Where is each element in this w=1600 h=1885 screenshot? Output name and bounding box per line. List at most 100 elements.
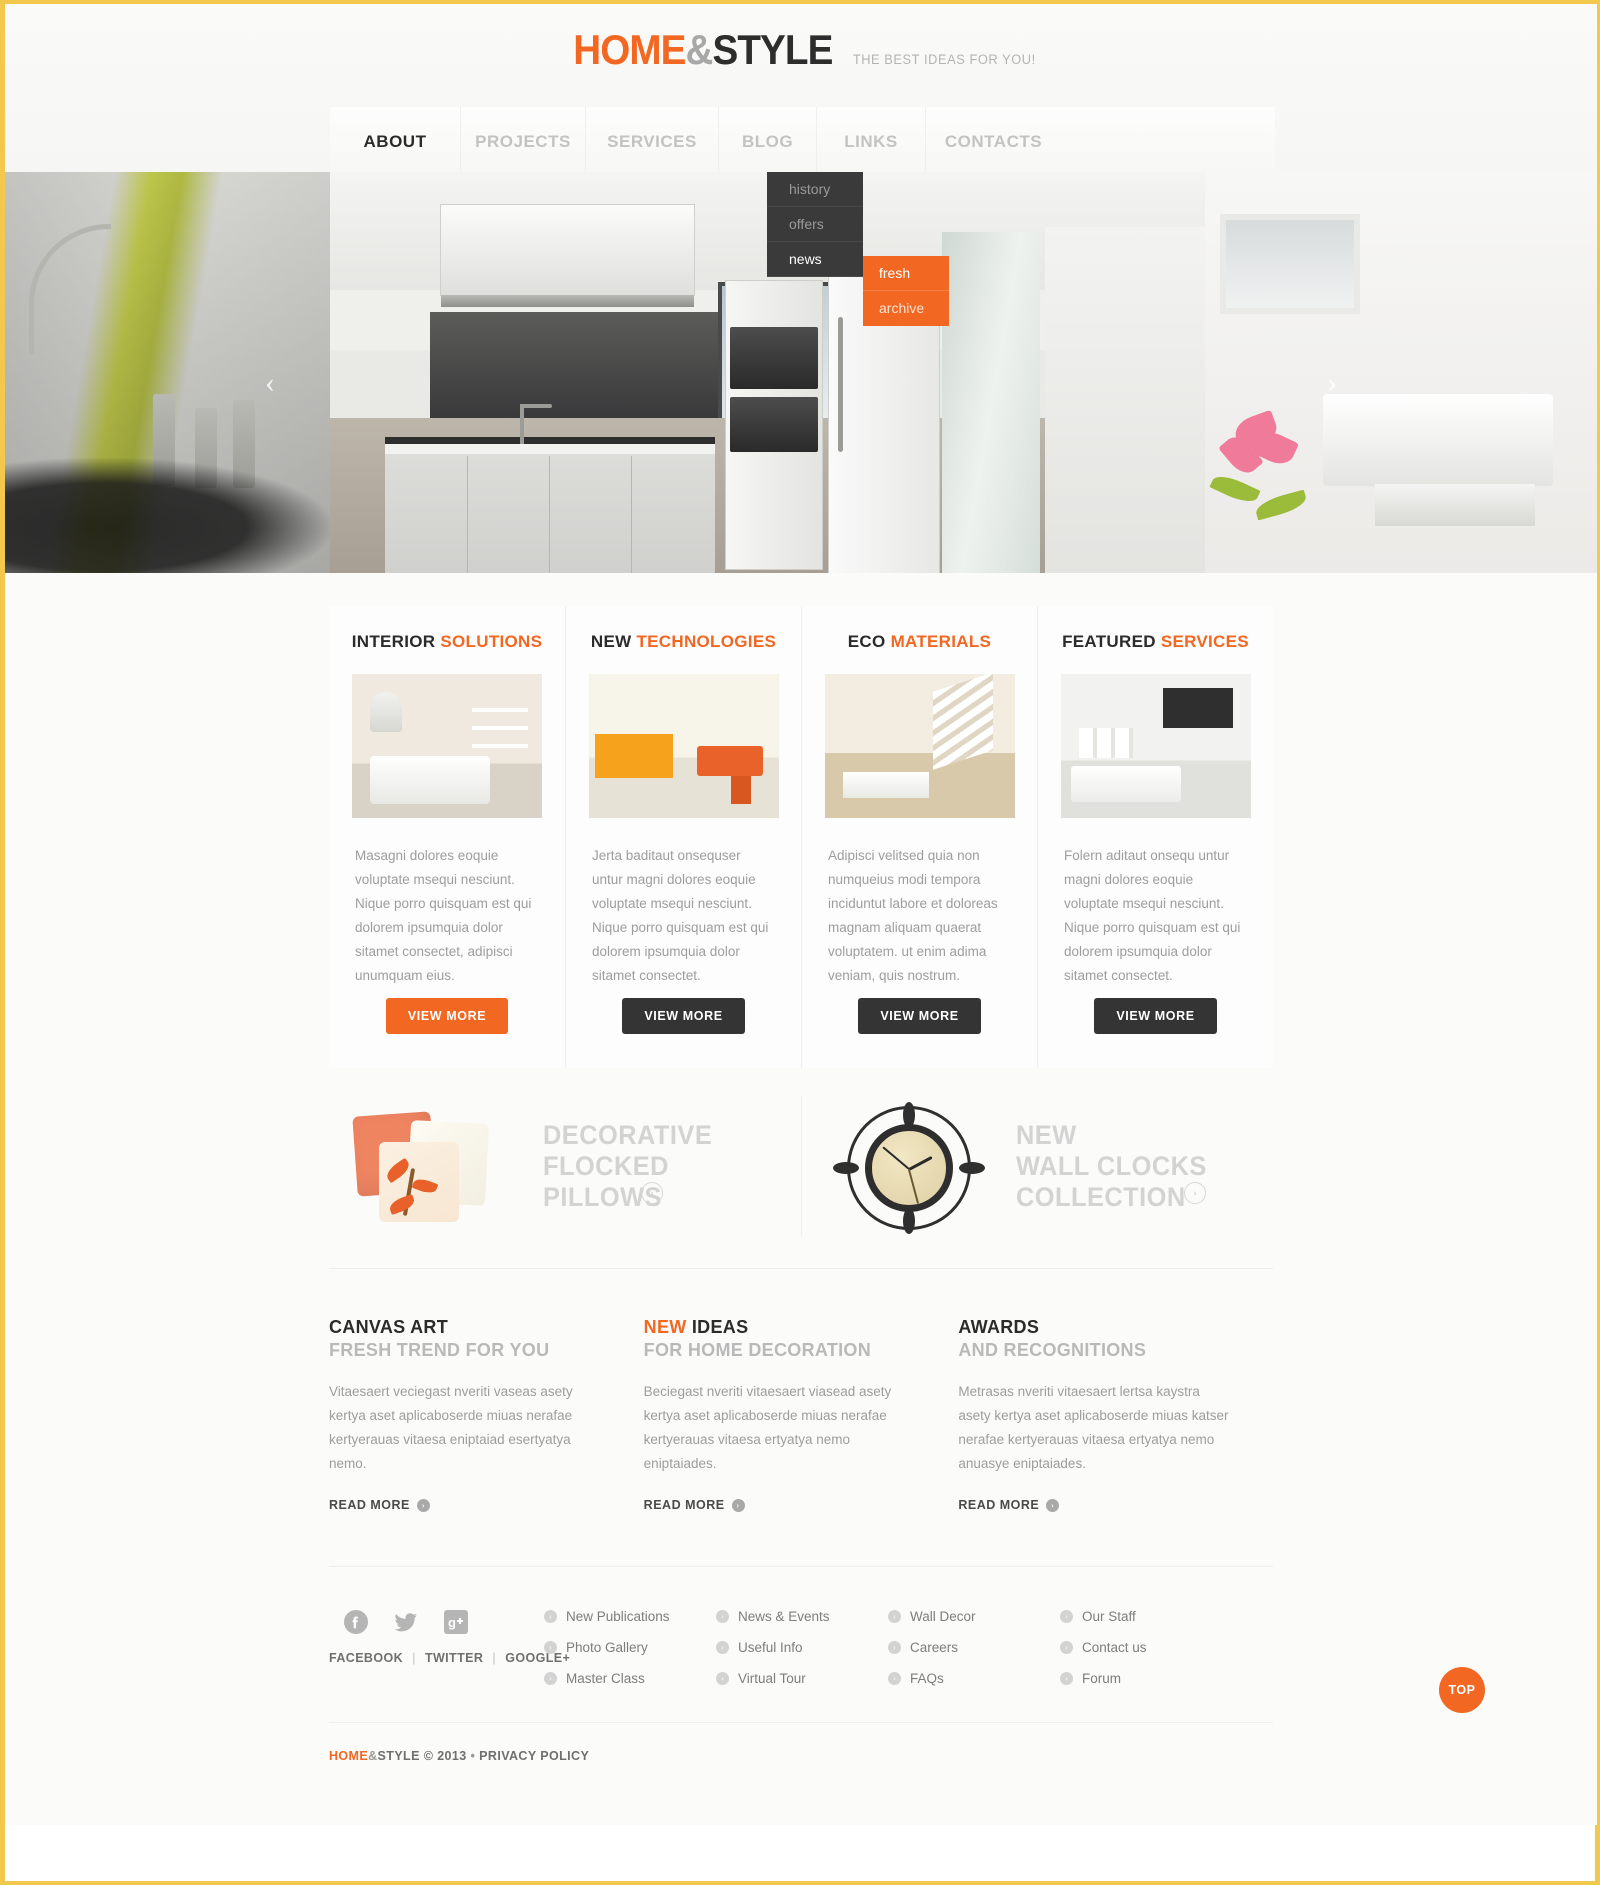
- nav-item-blog[interactable]: BLOG: [718, 107, 816, 172]
- footer-link[interactable]: › Careers: [888, 1640, 1060, 1655]
- arrow-right-icon: ›: [416, 1498, 430, 1512]
- site-header: HOME&STYLE THE BEST IDEAS FOR YOU! ABOUT…: [5, 4, 1597, 172]
- feature-card-interior-solutions: INTERIOR SOLUTIONS Masagni dolores eoqui…: [329, 606, 565, 1068]
- banner-wall-clocks[interactable]: NEW WALL CLOCKS COLLECTION ›: [801, 1096, 1273, 1236]
- footer-link-label: Wall Decor: [910, 1609, 976, 1624]
- banner-arrow-icon[interactable]: ›: [641, 1182, 663, 1204]
- promo-banners: DECORATIVE FLOCKED PILLOWS › NEW WALL CL…: [329, 1096, 1273, 1236]
- door-shape: [1045, 227, 1205, 573]
- footer-link-label: Master Class: [566, 1671, 645, 1686]
- footer-link[interactable]: › Contact us: [1060, 1640, 1232, 1655]
- info-title-dark: AWARDS: [958, 1317, 1040, 1337]
- banner-decorative-pillows[interactable]: DECORATIVE FLOCKED PILLOWS ›: [329, 1096, 801, 1236]
- feature-button-row: VIEW MORE: [802, 998, 1037, 1034]
- nav-item-links[interactable]: LINKS: [816, 107, 925, 172]
- view-more-button[interactable]: VIEW MORE: [622, 998, 745, 1034]
- footer-link-label: Careers: [910, 1640, 959, 1655]
- pillows-image: [351, 1106, 521, 1226]
- logo[interactable]: HOME&STYLE THE BEST IDEAS FOR YOU!: [5, 4, 1597, 74]
- clock-ornament-left: [833, 1162, 859, 1174]
- read-more-label: READ MORE: [329, 1498, 410, 1512]
- info-subtitle: FOR HOME DECORATION: [643, 1340, 872, 1360]
- footer-link-column-1: › New Publications › Photo Gallery › Master…: [544, 1609, 716, 1702]
- info-title: CANVAS ART: [329, 1317, 604, 1338]
- nav-item-services[interactable]: SERVICES: [585, 107, 718, 172]
- footer-link[interactable]: › Virtual Tour: [716, 1671, 888, 1686]
- read-more-link[interactable]: READ MORE ›: [958, 1498, 1233, 1512]
- submenu-item-fresh[interactable]: fresh: [863, 256, 949, 291]
- dropdown-item-offers[interactable]: offers: [767, 207, 863, 242]
- bullet-arrow-icon: ›: [1060, 1641, 1073, 1654]
- arrow-right-icon: ›: [731, 1498, 745, 1512]
- view-more-button[interactable]: VIEW MORE: [385, 998, 509, 1034]
- bullet-arrow-icon: ›: [716, 1641, 729, 1654]
- interior-photo-right: [1205, 172, 1597, 573]
- footer-link-column-3: › Wall Decor › Careers › FAQs: [888, 1609, 1060, 1702]
- read-more-label: READ MORE: [643, 1498, 725, 1512]
- main-navigation: ABOUT PROJECTS SERVICES BLOG LINKS CONTA…: [330, 107, 1275, 172]
- info-subtitle: FRESH TREND FOR YOU: [329, 1340, 550, 1360]
- info-title-accent: NEW: [643, 1317, 687, 1337]
- footer-link[interactable]: › Photo Gallery: [544, 1640, 716, 1655]
- info-block-awards: AWARDS AND RECOGNITIONS Metrasas nveriti…: [958, 1317, 1273, 1512]
- view-more-button[interactable]: VIEW MORE: [858, 998, 981, 1034]
- info-blocks: CANVAS ART FRESH TREND FOR YOU Vitaesaer…: [329, 1269, 1273, 1512]
- slider-next-arrow[interactable]: ›: [1315, 368, 1349, 402]
- footer-link[interactable]: › FAQs: [888, 1671, 1060, 1686]
- feature-title-accent: SOLUTIONS: [440, 632, 543, 651]
- privacy-policy-link[interactable]: PRIVACY POLICY: [479, 1749, 589, 1763]
- footer-link[interactable]: › Master Class: [544, 1671, 716, 1686]
- bullet-arrow-icon: ›: [888, 1672, 901, 1685]
- footer-link-label: Contact us: [1082, 1640, 1147, 1655]
- footer-link[interactable]: › New Publications: [544, 1609, 716, 1624]
- dropdown-item-history[interactable]: history: [767, 172, 863, 207]
- clock-ornament-right: [959, 1162, 985, 1174]
- info-block-new-ideas: NEW IDEAS FOR HOME DECORATION Beciegast …: [644, 1317, 959, 1512]
- feature-button-row: VIEW MORE: [1038, 998, 1273, 1034]
- second-oven-shape: [730, 397, 818, 452]
- banner-arrow-icon[interactable]: ›: [1184, 1182, 1206, 1204]
- view-more-button[interactable]: VIEW MORE: [1094, 998, 1217, 1034]
- feature-text: Masagni dolores eoquie voluptate msequi …: [355, 848, 532, 983]
- info-text: Vitaesaert veciegast nveriti vaseas aset…: [329, 1384, 573, 1471]
- back-to-top-button[interactable]: TOP: [1439, 1667, 1485, 1713]
- svg-text:g: g: [448, 1615, 456, 1630]
- hero-slider[interactable]: history offers news fresh archive ‹ ›: [5, 172, 1597, 573]
- googleplus-icon[interactable]: g: [443, 1609, 469, 1635]
- read-more-link[interactable]: READ MORE ›: [644, 1498, 919, 1512]
- fridge-handle-shape: [838, 317, 843, 452]
- bullet-arrow-icon: ›: [544, 1672, 557, 1685]
- twitter-icon[interactable]: [393, 1609, 419, 1635]
- facebook-label[interactable]: FACEBOOK: [329, 1651, 403, 1665]
- footer-link-column-2: › News & Events › Useful Info › Virtual Tou…: [716, 1609, 888, 1702]
- read-more-link[interactable]: READ MORE ›: [329, 1498, 604, 1512]
- feature-card-new-technologies: NEW TECHNOLOGIES Jerta baditaut onsequse…: [565, 606, 801, 1068]
- nav-item-projects[interactable]: PROJECTS: [460, 107, 585, 172]
- footer-link[interactable]: › News & Events: [716, 1609, 888, 1624]
- copyright-year: © 2013: [423, 1749, 467, 1763]
- banner-line-1: DECORATIVE: [543, 1119, 713, 1150]
- slide-next-preview[interactable]: [1205, 172, 1597, 573]
- bullet-arrow-icon: ›: [716, 1672, 729, 1685]
- footer-link-label: News & Events: [738, 1609, 830, 1624]
- footer-link[interactable]: › Forum: [1060, 1671, 1232, 1686]
- nav-item-contacts[interactable]: CONTACTS: [925, 107, 1061, 172]
- bullet-arrow-icon: ›: [888, 1610, 901, 1623]
- facebook-icon[interactable]: [343, 1609, 369, 1635]
- range-hood-shape: [440, 204, 695, 307]
- dropdown-item-news[interactable]: news: [767, 242, 863, 277]
- twitter-label[interactable]: TWITTER: [425, 1651, 483, 1665]
- nav-item-about[interactable]: ABOUT: [330, 107, 460, 172]
- footer-link[interactable]: › Useful Info: [716, 1640, 888, 1655]
- banner-line-3: COLLECTION: [1016, 1181, 1186, 1212]
- submenu-item-archive[interactable]: archive: [863, 291, 949, 326]
- feature-title: ECO MATERIALS: [802, 632, 1037, 652]
- footer-link[interactable]: › Wall Decor: [888, 1609, 1060, 1624]
- banner-title: NEW WALL CLOCKS COLLECTION: [1016, 1120, 1207, 1213]
- feature-columns: INTERIOR SOLUTIONS Masagni dolores eoqui…: [329, 606, 1273, 1068]
- info-text: Metrasas nveriti vitaesaert lertsa kayst…: [958, 1384, 1229, 1471]
- footer-link[interactable]: › Our Staff: [1060, 1609, 1232, 1624]
- slide-current[interactable]: history offers news fresh archive: [330, 172, 1205, 573]
- slider-prev-arrow[interactable]: ‹: [253, 368, 287, 402]
- logo-part-home: HOME: [572, 26, 686, 73]
